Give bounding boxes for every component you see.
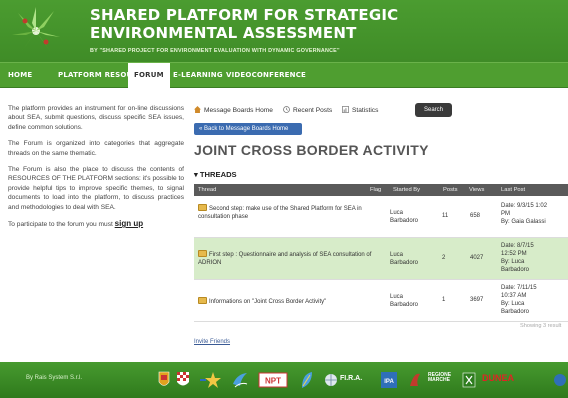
last-post-author: By: Gaia Galassi (501, 219, 546, 225)
last-post-author: By: Luca (501, 259, 525, 265)
intro-paragraph-3: The Forum is also the place to discuss t… (8, 166, 184, 211)
nav-item-videoconference[interactable]: VIDEOCONFERENCE (226, 63, 306, 88)
folder-icon (198, 297, 207, 304)
site-footer: By Rais System S.r.l. NPT FI.R.A. IPA RE… (0, 362, 568, 398)
signup-link[interactable]: sign up (115, 219, 143, 228)
adriatic-wave-logo-icon[interactable] (232, 370, 248, 390)
page-title: JOINT CROSS BORDER ACTIVITY (194, 142, 429, 158)
regione-marche-logo-text[interactable]: REGIONE MARCHE (428, 373, 460, 383)
column-last-post[interactable]: Last Post (501, 184, 525, 196)
site-title-line-2: ENVIRONMENTAL ASSESSMENT (90, 24, 357, 42)
nav-item-forum[interactable]: FORUM (128, 63, 170, 88)
forum-intro: The platform provides an instrument for … (8, 104, 184, 236)
thread-title-cell[interactable]: Informations on "Joint Cross Border Acti… (198, 297, 374, 306)
thread-title[interactable]: First step : Questionnaire and analysis … (198, 252, 371, 266)
site-subtitle: BY "SHARED PROJECT FOR ENVIRONMENT EVALU… (90, 48, 340, 54)
last-post-author: By: Luca (501, 301, 525, 307)
main-nav: HOME PLATFORM RESOURCES FORUM E-LEARNING… (0, 62, 568, 88)
last-post-time: 12:52 PM (501, 251, 527, 257)
column-thread[interactable]: Thread (198, 184, 216, 196)
views-count: 4027 (470, 255, 484, 261)
svg-text:NPT: NPT (265, 377, 281, 386)
thread-title[interactable]: Informations on "Joint Cross Border Acti… (209, 299, 326, 305)
posts-count: 2 (442, 255, 446, 261)
footer-credit[interactable]: By Rais System S.r.l. (26, 375, 82, 381)
last-post-cell: Date: 9/3/15 1:02 PM By: Gaia Galassi (501, 202, 558, 226)
green-leaf-logo-icon[interactable] (300, 370, 314, 390)
site-title-line-1: SHARED PLATFORM FOR STRATEGIC (90, 6, 399, 24)
views-count: 658 (470, 213, 481, 219)
views-count: 3697 (470, 297, 484, 303)
search-button[interactable]: Search (415, 103, 452, 117)
started-by-last: Barbadoro (390, 260, 419, 266)
last-post-time: 10:37 AM (501, 293, 527, 299)
last-post-cell: Date: 7/11/15 10:37 AM By: Luca Barbador… (501, 284, 558, 316)
started-by-last: Barbadoro (390, 302, 419, 308)
posts-count: 11 (442, 213, 449, 219)
invite-friends-link[interactable]: Invite Friends (194, 339, 230, 345)
folder-icon (198, 250, 207, 257)
started-by-first: Luca (390, 210, 404, 216)
started-by-first: Luca (390, 294, 404, 300)
last-post-time: PM (501, 211, 510, 217)
coat-of-arms-logo-icon[interactable] (158, 370, 170, 390)
svg-text:IPA: IPA (384, 379, 394, 385)
started-by-cell[interactable]: Luca Barbadoro (390, 209, 418, 225)
home-icon (194, 106, 201, 113)
nav-item-home[interactable]: HOME (8, 63, 32, 88)
fira-logo-text[interactable]: FI.R.A. (340, 375, 362, 382)
recent-posts-label: Recent Posts (293, 107, 333, 114)
column-flag[interactable]: Flag (370, 184, 381, 196)
blue-circle-logo-icon[interactable] (552, 370, 566, 390)
threads-table: Thread Flag Started By Posts Views Last … (194, 184, 568, 322)
statistics-icon (342, 106, 349, 113)
red-ribbon-logo-icon[interactable] (408, 370, 422, 390)
results-count: Showing 3 result (520, 323, 562, 329)
intro-paragraph-2: The Forum is organized into categories t… (8, 140, 184, 157)
column-posts[interactable]: Posts (443, 184, 458, 196)
fira-globe-logo-icon[interactable] (324, 370, 338, 390)
started-by-first: Luca (390, 252, 404, 258)
site-header: SHARED PLATFORM FOR STRATEGIC ENVIRONMEN… (0, 0, 568, 62)
last-post-date: Date: 7/11/15 (501, 285, 537, 291)
ipa-logo-icon[interactable]: IPA (380, 370, 398, 390)
back-to-message-boards-button[interactable]: « Back to Message Boards Home (194, 123, 302, 135)
last-post-author-last: Barbadoro (501, 267, 530, 273)
last-post-date: Date: 8/7/15 (501, 243, 534, 249)
column-started-by[interactable]: Started By (393, 184, 420, 196)
green-square-logo-icon[interactable] (462, 370, 476, 390)
nept-logo-icon[interactable]: NPT (258, 370, 290, 390)
eu-stars-logo-icon[interactable] (198, 370, 228, 390)
statistics-link[interactable]: Statistics (342, 106, 378, 114)
thread-title-cell[interactable]: Second step: make use of the Shared Plat… (198, 204, 374, 221)
nav-item-e-learning[interactable]: E-LEARNING (173, 63, 223, 88)
plant-logo-icon[interactable] (8, 5, 64, 55)
posts-count: 1 (442, 297, 446, 303)
folder-icon (198, 204, 207, 211)
threads-heading[interactable]: ▾ THREADS (194, 170, 237, 179)
last-post-author-last: Barbadoro (501, 309, 530, 315)
last-post-cell: Date: 8/7/15 12:52 PM By: Luca Barbadoro (501, 242, 558, 274)
message-boards-home-link[interactable]: Message Boards Home (194, 106, 273, 114)
clock-icon (283, 106, 290, 113)
started-by-cell[interactable]: Luca Barbadoro (390, 293, 418, 309)
statistics-label: Statistics (352, 107, 379, 114)
intro-paragraph-4: To participate to the forum you must sig… (8, 219, 184, 229)
signup-prompt: To participate to the forum you must (8, 221, 115, 229)
table-header: Thread Flag Started By Posts Views Last … (194, 184, 568, 196)
started-by-last: Barbadoro (390, 218, 419, 224)
message-boards-home-label: Message Boards Home (204, 107, 273, 114)
intro-paragraph-1: The platform provides an instrument for … (8, 105, 184, 131)
thread-title[interactable]: Second step: make use of the Shared Plat… (198, 206, 362, 220)
croatia-shield-logo-icon[interactable] (176, 370, 190, 390)
started-by-cell[interactable]: Luca Barbadoro (390, 251, 418, 267)
thread-title-cell[interactable]: First step : Questionnaire and analysis … (198, 250, 374, 267)
last-post-date: Date: 9/3/15 1:02 (501, 203, 548, 209)
dunea-logo-text[interactable]: DUNEA (482, 373, 514, 383)
table-row[interactable]: First step : Questionnaire and analysis … (194, 238, 568, 280)
recent-posts-link[interactable]: Recent Posts (283, 106, 332, 114)
table-row[interactable]: Second step: make use of the Shared Plat… (194, 196, 568, 238)
column-views[interactable]: Views (469, 184, 484, 196)
table-row[interactable]: Informations on "Joint Cross Border Acti… (194, 280, 568, 322)
